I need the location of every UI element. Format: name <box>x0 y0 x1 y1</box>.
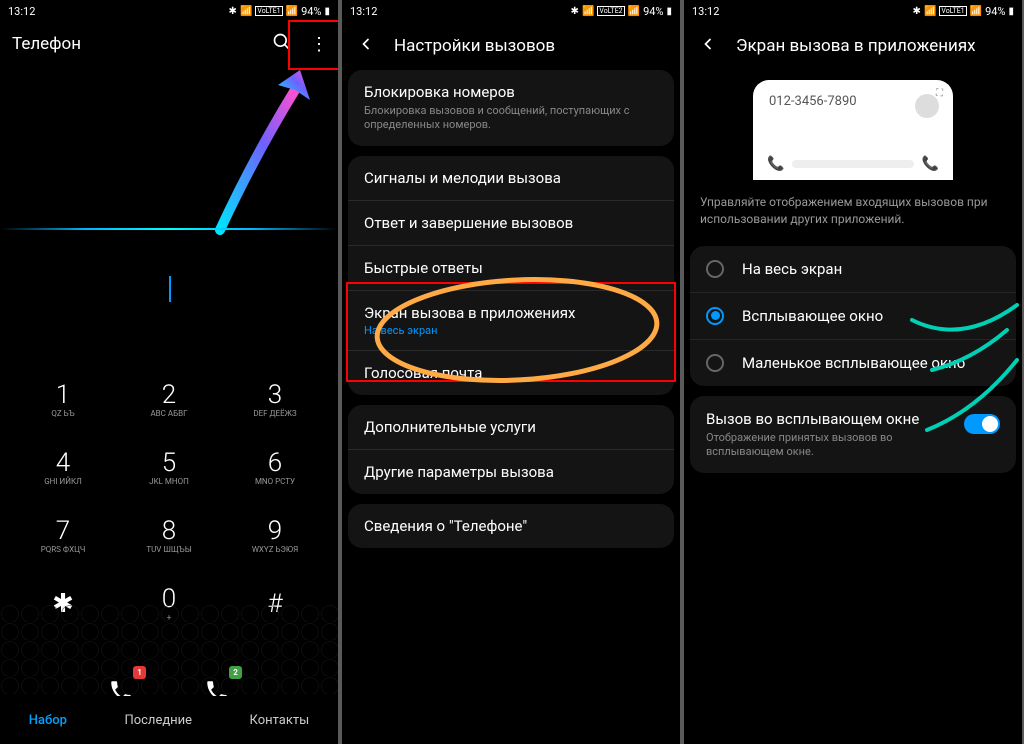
tab-recent[interactable]: Последние <box>124 713 192 728</box>
volte-icon: VoLTE1 <box>939 6 966 16</box>
item-about-phone[interactable]: Сведения о "Телефоне" <box>348 504 674 548</box>
item-quick-replies[interactable]: Быстрые ответы <box>348 245 674 290</box>
battery-icon: ▮ <box>666 6 672 17</box>
battery-pct: 94% <box>985 5 1005 18</box>
status-bar: 13:12 ✱ 📶 VoLTE1 📶 94% ▮ <box>0 0 338 22</box>
status-icons: ✱ 📶 VoLTE1 📶 94% ▮ <box>913 5 1014 18</box>
status-time: 13:12 <box>8 5 35 18</box>
item-ringtones[interactable]: Сигналы и мелодии вызова <box>348 156 674 200</box>
item-call-display[interactable]: Экран вызова в приложениях На весь экран <box>348 290 674 350</box>
back-icon[interactable] <box>698 34 718 58</box>
key-2[interactable]: 2ABC АБВГ <box>116 366 222 434</box>
helper-text: Управляйте отображением входящих вызовов… <box>684 180 1022 246</box>
bluetooth-icon: ✱ <box>913 6 921 17</box>
item-voicemail[interactable]: Голосовая почта <box>348 350 674 395</box>
signal-icon: 📶 <box>924 6 936 17</box>
decorative-divider <box>0 228 338 230</box>
settings-header: Настройки вызовов <box>342 22 680 70</box>
avatar <box>915 94 939 118</box>
preview-number: 012-3456-7890 <box>769 94 937 109</box>
volte-icon: VoLTE2 <box>597 6 624 16</box>
bottom-tabs: Набор Последние Контакты <box>0 696 338 744</box>
signal2-icon: 📶 <box>286 6 298 17</box>
screen-header: Экран вызова в приложениях <box>684 22 1022 70</box>
signal2-icon: 📶 <box>970 6 982 17</box>
screen-title: Экран вызова в приложениях <box>736 36 976 56</box>
key-7[interactable]: 7PQRS ФХЦЧ <box>10 502 116 570</box>
settings-title: Настройки вызовов <box>394 36 555 56</box>
expand-icon: ⛶ <box>936 88 943 99</box>
signal-icon: 📶 <box>240 6 252 17</box>
dialer-keypad: 1QZ ЬЪ 2ABC АБВГ 3DEF ДЕЁЖЗ 4GHI ИЙКЛ 5J… <box>0 366 338 638</box>
signal-icon: 📶 <box>582 6 594 17</box>
back-icon[interactable] <box>356 34 376 58</box>
status-time: 13:12 <box>350 5 377 18</box>
call-preview-card: ⛶ 012-3456-7890 📞 📞 <box>753 80 953 180</box>
phone-app-header: Телефон ⋮ <box>0 22 338 66</box>
toggle-popup-call[interactable]: Вызов во всплывающем окне Отображение пр… <box>690 396 1016 474</box>
key-5[interactable]: 5JKL МНОП <box>116 434 222 502</box>
bluetooth-icon: ✱ <box>229 6 237 17</box>
dialer-input-cursor <box>169 276 171 302</box>
tab-contacts[interactable]: Контакты <box>250 713 310 728</box>
key-3[interactable]: 3DEF ДЕЁЖЗ <box>222 366 328 434</box>
item-block-numbers[interactable]: Блокировка номеров Блокировка вызовов и … <box>348 70 674 146</box>
item-answer-end[interactable]: Ответ и завершение вызовов <box>348 200 674 245</box>
key-4[interactable]: 4GHI ИЙКЛ <box>10 434 116 502</box>
phone-call-settings-screen: 13:12 ✱ 📶 VoLTE2 📶 94% ▮ Настройки вызов… <box>342 0 680 744</box>
more-menu-icon[interactable]: ⋮ <box>310 34 326 55</box>
bluetooth-icon: ✱ <box>571 6 579 17</box>
radio-icon <box>706 260 724 278</box>
radio-icon <box>706 354 724 372</box>
annotation-arrow <box>200 65 330 235</box>
preview-placeholder <box>792 160 913 168</box>
volte-icon: VoLTE1 <box>255 6 282 16</box>
option-fullscreen[interactable]: На весь экран <box>690 246 1016 292</box>
status-bar: 13:12 ✱ 📶 VoLTE2 📶 94% ▮ <box>342 0 680 22</box>
signal2-icon: 📶 <box>628 6 640 17</box>
phone-dialer-screen: 13:12 ✱ 📶 VoLTE1 📶 94% ▮ Телефон ⋮ 1QZ Ь… <box>0 0 338 744</box>
battery-pct: 94% <box>301 5 321 18</box>
status-time: 13:12 <box>692 5 719 18</box>
toggle-switch[interactable] <box>964 414 1000 434</box>
sim1-badge: 1 <box>133 666 146 679</box>
decline-icon: 📞 <box>922 156 939 172</box>
tab-dial[interactable]: Набор <box>29 713 67 728</box>
answer-icon: 📞 <box>767 156 784 172</box>
battery-icon: ▮ <box>1008 6 1014 17</box>
status-icons: ✱ 📶 VoLTE1 📶 94% ▮ <box>229 5 330 18</box>
item-other-settings[interactable]: Другие параметры вызова <box>348 449 674 494</box>
option-popup[interactable]: Всплывающее окно <box>690 292 1016 339</box>
phone-call-display-screen: 13:12 ✱ 📶 VoLTE1 📶 94% ▮ Экран вызова в … <box>684 0 1022 744</box>
option-small-popup[interactable]: Маленькое всплывающее окно <box>690 339 1016 386</box>
key-6[interactable]: 6MNO РСТУ <box>222 434 328 502</box>
sim2-badge: 2 <box>229 666 242 679</box>
status-icons: ✱ 📶 VoLTE2 📶 94% ▮ <box>571 5 672 18</box>
radio-icon <box>706 307 724 325</box>
search-icon[interactable] <box>272 32 292 56</box>
key-8[interactable]: 8TUV ШЩЪЫ <box>116 502 222 570</box>
key-1[interactable]: 1QZ ЬЪ <box>10 366 116 434</box>
key-9[interactable]: 9WXYZ ЬЭЮЯ <box>222 502 328 570</box>
battery-pct: 94% <box>643 5 663 18</box>
battery-icon: ▮ <box>324 6 330 17</box>
app-title: Телефон <box>12 34 81 54</box>
item-extra-services[interactable]: Дополнительные услуги <box>348 405 674 449</box>
status-bar: 13:12 ✱ 📶 VoLTE1 📶 94% ▮ <box>684 0 1022 22</box>
